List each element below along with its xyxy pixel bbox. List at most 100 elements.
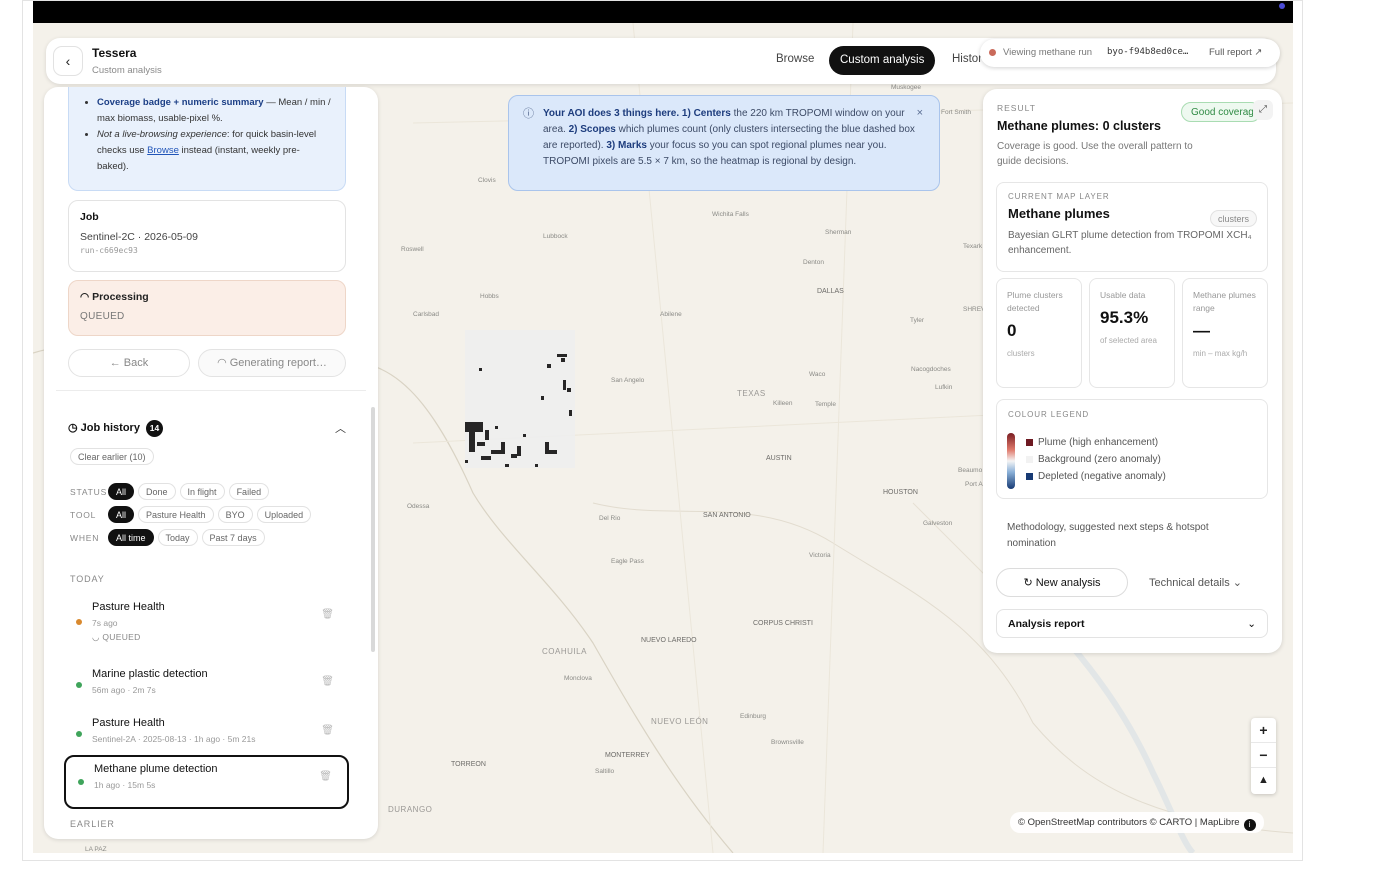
map-label: Port A: [965, 481, 983, 488]
back-button[interactable]: ← Back: [68, 349, 190, 377]
expand-icon[interactable]: ⤢: [1253, 100, 1273, 120]
trash-icon[interactable]: 🗑: [321, 609, 334, 620]
info-icon[interactable]: i: [1243, 819, 1256, 831]
banner-bold: 3) Marks: [606, 140, 647, 151]
history-item-name: Methane plume detection: [94, 763, 218, 775]
stat-plume-clusters: Plume clusters detected 0 clusters: [996, 278, 1082, 388]
spinner-icon: ◠: [217, 357, 230, 369]
chevron-up-icon[interactable]: ︿: [335, 420, 346, 436]
stat-label: Plume clusters detected: [1007, 290, 1063, 313]
analysis-report-label: Analysis report: [1008, 618, 1085, 630]
legend-swatch: [1026, 473, 1033, 480]
status-dot: [76, 619, 82, 625]
back-arrow-button[interactable]: ‹: [53, 46, 83, 76]
history-item-meta: Sentinel-2A · 2025-08-13 · 1h ago · 5m 2…: [92, 734, 256, 744]
filter-label: STATUS: [70, 486, 108, 497]
stat-unit: of selected area: [1100, 336, 1157, 345]
technical-details-toggle[interactable]: Technical details ⌄: [1149, 576, 1242, 589]
job-title: Job: [80, 211, 99, 223]
app-subtitle: Custom analysis: [92, 65, 162, 76]
map-label: Fort Smith: [941, 109, 971, 116]
zoom-controls: + − ▲: [1251, 718, 1276, 794]
map-label: San Angelo: [611, 377, 645, 384]
map-label: Temple: [815, 401, 836, 408]
map-label: Odessa: [407, 503, 430, 510]
nav-browse[interactable]: Browse: [776, 53, 814, 65]
trash-icon[interactable]: 🗑: [321, 725, 334, 736]
stat-label: Usable data: [1100, 290, 1146, 300]
filter-chip-tool-uploaded[interactable]: Uploaded: [256, 506, 312, 523]
when-filter-row: WHEN All time Today Past 7 days: [70, 529, 265, 546]
status-dot: [76, 731, 82, 737]
aoi-info-banner: ⓘ × Your AOI does 3 things here. 1) Cent…: [508, 95, 940, 191]
filter-chip-tool-all[interactable]: All: [108, 506, 135, 523]
map-label: Edinburg: [740, 713, 767, 720]
status-dot: [76, 682, 82, 688]
filter-chip-status-failed[interactable]: Failed: [228, 483, 270, 500]
browse-link[interactable]: Browse: [147, 145, 179, 156]
compass-button[interactable]: ▲: [1251, 768, 1276, 793]
filter-chip-when-alltime[interactable]: All time: [108, 529, 154, 546]
filter-chip-when-7days[interactable]: Past 7 days: [201, 529, 265, 546]
filter-chip-status-all[interactable]: All: [108, 483, 135, 500]
history-count-badge: 14: [145, 420, 163, 437]
nav-history[interactable]: Histor: [952, 53, 982, 65]
history-item-selected[interactable]: Methane plume detection 1h ago · 15m 5s …: [64, 755, 349, 809]
filter-chip-when-today[interactable]: Today: [157, 529, 198, 546]
map-attribution: © OpenStreetMap contributors © CARTO | M…: [1010, 812, 1264, 833]
full-report-link[interactable]: Full report ↗: [1209, 47, 1262, 58]
job-history-header[interactable]: ◷ Job history 14: [68, 420, 163, 437]
run-id: byo-f94b8ed0ce…: [1107, 47, 1189, 57]
map-label: Denton: [803, 259, 824, 266]
map-label: Clovis: [478, 177, 496, 184]
map-label: Saltillo: [595, 768, 615, 775]
processing-status: QUEUED: [80, 311, 125, 322]
technical-label: Technical details: [1149, 577, 1230, 589]
nav-custom-analysis[interactable]: Custom analysis: [829, 46, 936, 75]
history-scrollbar[interactable]: [371, 407, 375, 652]
processing-title: ◠ Processing: [80, 291, 334, 303]
clear-earlier-button[interactable]: Clear earlier (10): [70, 448, 154, 465]
info-icon: ⓘ: [523, 108, 534, 120]
new-analysis-label: New analysis: [1035, 577, 1101, 589]
legend-kicker: COLOUR LEGEND: [1008, 410, 1090, 419]
result-panel: RESULT Methane plumes: 0 clusters Covera…: [983, 89, 1282, 653]
trash-icon[interactable]: 🗑: [321, 676, 334, 687]
job-sensor-date: Sentinel-2C · 2026-05-09: [80, 231, 198, 243]
trash-icon[interactable]: 🗑: [319, 771, 332, 782]
section-today: TODAY: [70, 574, 105, 584]
filter-chip-status-inflight[interactable]: In flight: [179, 483, 225, 500]
spinner-icon: ◡: [92, 632, 103, 642]
history-item[interactable]: Pasture Health Sentinel-2A · 2025-08-13 …: [64, 711, 349, 755]
methodology-link[interactable]: Methodology, suggested next steps & hots…: [1007, 520, 1257, 552]
stat-value: —: [1193, 321, 1210, 340]
generating-report-button[interactable]: ◠ Generating report…: [198, 349, 346, 377]
close-icon[interactable]: ×: [917, 105, 923, 121]
map-label: Abilene: [660, 311, 682, 318]
current-layer-card: CURRENT MAP LAYER Methane plumes Bayesia…: [996, 182, 1268, 272]
info-bold: Coverage badge + numeric summary: [97, 97, 264, 108]
filter-label: TOOL: [70, 509, 97, 520]
legend-item: Depleted (negative anomaly): [1026, 471, 1166, 482]
map-label: Wichita Falls: [712, 211, 749, 218]
map-label: SAN ANTONIO: [703, 512, 751, 519]
map-label: LA PAZ: [85, 846, 107, 853]
map-label: Victoria: [809, 552, 831, 559]
map-label: Monclova: [564, 675, 592, 682]
zoom-out-button[interactable]: −: [1251, 743, 1276, 768]
filter-chip-tool-pasture[interactable]: Pasture Health: [138, 506, 214, 523]
zoom-in-button[interactable]: +: [1251, 718, 1276, 743]
map-label: Galveston: [923, 520, 953, 527]
stat-value: 95.3%: [1100, 308, 1149, 327]
map-label: Del Rio: [599, 515, 621, 522]
map-label: Texark: [963, 243, 983, 250]
history-item[interactable]: Marine plastic detection 56m ago · 2m 7s…: [64, 662, 349, 706]
history-item[interactable]: Pasture Health 7s ago ◡ QUEUED 🗑: [64, 595, 349, 653]
result-title: Methane plumes: 0 clusters: [997, 119, 1161, 133]
info-bullet: Coverage badge + numeric summary — Mean …: [97, 95, 331, 127]
map-label: Sherman: [825, 229, 852, 236]
analysis-report-dropdown[interactable]: Analysis report ⌄: [996, 609, 1268, 638]
new-analysis-button[interactable]: ↻ New analysis: [996, 568, 1128, 597]
filter-chip-tool-byo[interactable]: BYO: [217, 506, 253, 523]
filter-chip-status-done[interactable]: Done: [138, 483, 176, 500]
